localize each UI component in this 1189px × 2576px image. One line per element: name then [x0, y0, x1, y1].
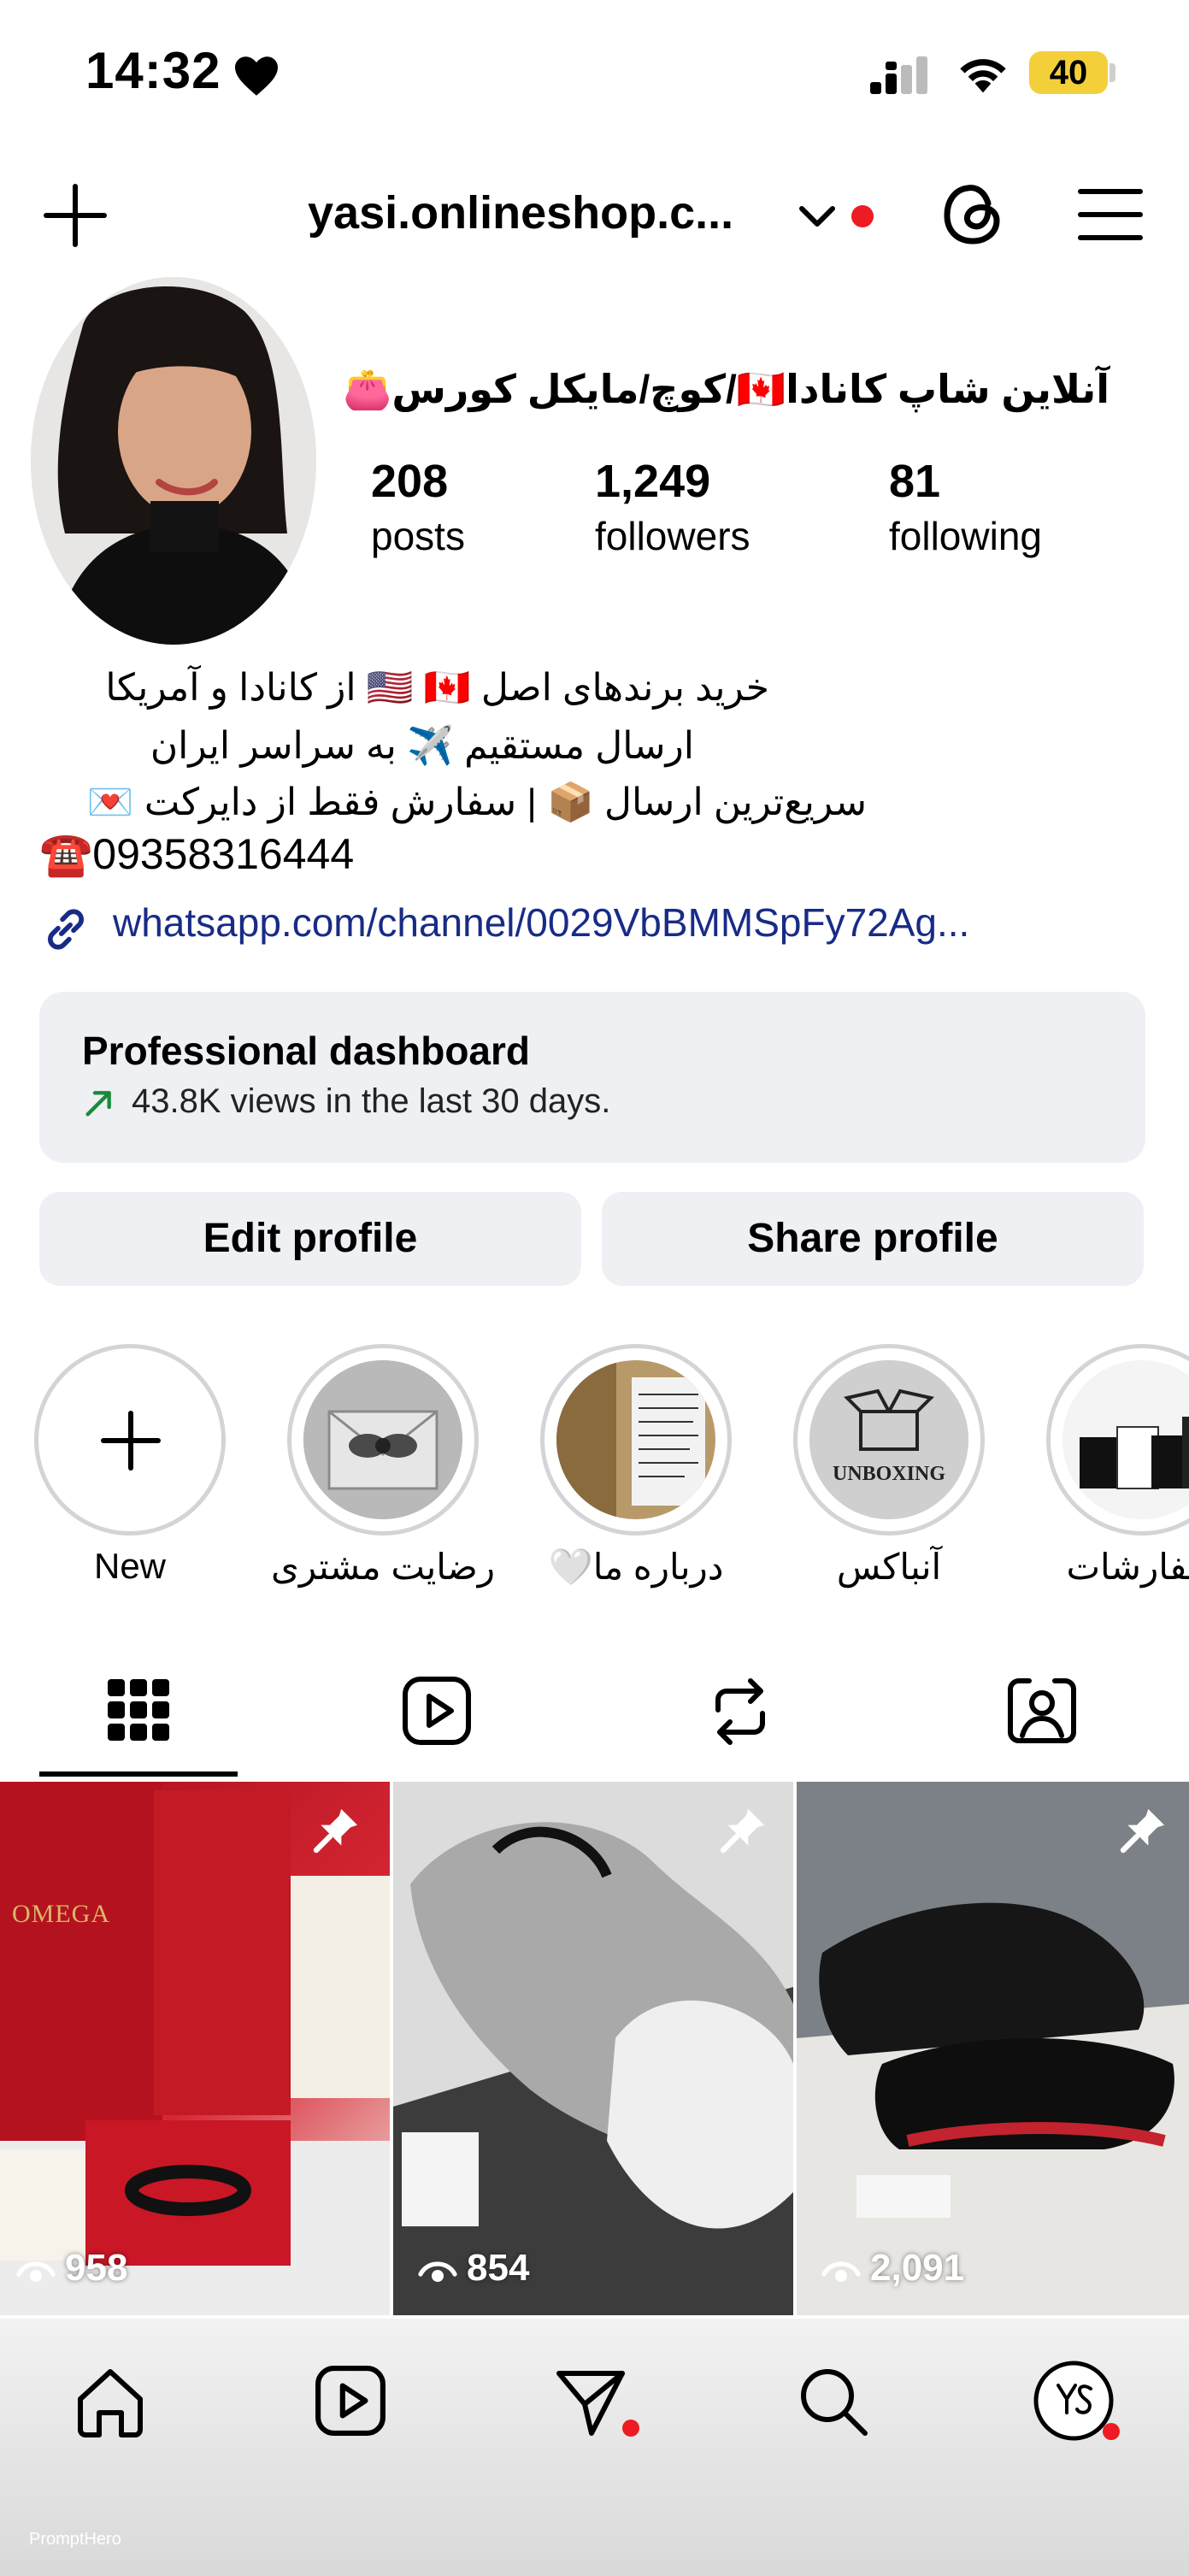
bio-line: خرید برندهای اصل 🇺🇸 🇨🇦 از کانادا و آمریک… [105, 667, 769, 709]
svg-text:PromptHero: PromptHero [29, 2530, 121, 2549]
plus-icon [101, 1411, 161, 1471]
jordan-shoe-image [797, 1782, 1189, 2315]
reels-nav-icon[interactable] [315, 2365, 386, 2437]
highlight-new[interactable] [34, 1344, 226, 1536]
following-count[interactable]: 81 [889, 455, 940, 508]
menu-icon[interactable] [1077, 186, 1144, 243]
shopping-bags-image [1062, 1360, 1189, 1519]
bio-phone[interactable]: ☎️09358316444 [39, 829, 354, 880]
username: yasi.onlineshop.c... [308, 187, 734, 239]
bottom-navigation [0, 2319, 1189, 2576]
battery-level: 40 [1049, 54, 1088, 91]
dashboard-subtitle: 43.8K views in the last 30 days. [132, 1082, 611, 1120]
post-tile[interactable]: OMEGA [0, 1782, 390, 2315]
followers-label[interactable]: followers [595, 513, 750, 559]
views-eye-icon [16, 2261, 56, 2282]
link-icon [48, 909, 84, 950]
battery-indicator: 40 [1029, 51, 1108, 94]
grid-icon[interactable] [108, 1679, 169, 1741]
display-name-text: آنلاین شاپ کانادا🇨🇦/کوچ/مایکل کورس👛 [343, 367, 1110, 411]
status-time: 14:32 [85, 41, 221, 100]
highlight-label: سفارشات [1066, 1547, 1189, 1587]
reels-icon[interactable] [402, 1676, 472, 1746]
professional-dashboard[interactable] [39, 992, 1145, 1163]
highlight-label: رضایت مشتری [270, 1547, 496, 1587]
battery-nub [1110, 63, 1115, 82]
sneaker-image [393, 1782, 793, 2315]
pin-icon [720, 1809, 764, 1854]
home-icon[interactable] [74, 2365, 147, 2438]
highlight-thumbnail [556, 1360, 715, 1519]
display-name: آنلاین شاپ کانادا🇨🇦/کوچ/مایکل کورس👛 [343, 366, 1110, 413]
share-profile-button[interactable]: Share profile [602, 1192, 1144, 1286]
highlight-thumbnail [303, 1360, 462, 1519]
views-eye-icon [821, 2261, 861, 2282]
direct-message-icon[interactable] [554, 2365, 627, 2438]
trend-up-arrow-icon [85, 1091, 111, 1117]
edit-profile-button[interactable]: Edit profile [39, 1192, 581, 1286]
post-view-count: 2,091 [870, 2247, 965, 2289]
highlight-label: آنباکس [836, 1547, 942, 1587]
highlight-unboxing[interactable]: UNBOXING [793, 1344, 985, 1536]
watermark-logo: PromptHero [29, 2530, 121, 2549]
bio-link[interactable]: whatsapp.com/channel/0029VbBMMSpFy72Ag..… [113, 899, 969, 946]
plus-icon[interactable] [43, 183, 108, 248]
avatar-portrait [31, 277, 316, 645]
post-view-count: 958 [65, 2247, 128, 2289]
time-text: 14:32 [85, 42, 221, 99]
username-switcher[interactable]: yasi.onlineshop.c... [308, 186, 733, 239]
notification-dot [851, 205, 874, 227]
chevron-down-icon[interactable] [798, 203, 836, 229]
posts-count[interactable]: 208 [371, 455, 448, 508]
highlight-thumbnail: UNBOXING [809, 1360, 968, 1519]
wifi-icon [960, 59, 1006, 93]
notification-dot [622, 2420, 639, 2437]
dashboard-title: Professional dashboard [82, 1029, 531, 1073]
repost-icon[interactable] [706, 1676, 774, 1748]
followers-count[interactable]: 1,249 [595, 455, 710, 508]
highlight-thumbnail [1062, 1360, 1189, 1519]
bio-line: سریع‌ترین ارسال 📦 | سفارش فقط از دایرکت … [86, 781, 867, 823]
pin-icon [313, 1809, 357, 1854]
heart-icon [235, 56, 278, 96]
unboxing-image [809, 1360, 968, 1519]
brand-text: OMEGA [12, 1900, 110, 1928]
watch-box-image [0, 1782, 390, 2315]
views-eye-icon [418, 2261, 457, 2282]
envelope-bow-image [303, 1360, 462, 1519]
highlight-label: New [93, 1546, 167, 1586]
post-tile[interactable] [393, 1782, 793, 2315]
post-tile[interactable] [797, 1782, 1189, 2315]
notification-dot [1103, 2423, 1120, 2440]
following-label[interactable]: following [889, 513, 1042, 559]
post-view-count: 854 [467, 2247, 530, 2289]
highlight-about[interactable] [540, 1344, 732, 1536]
tagged-icon[interactable] [1007, 1676, 1077, 1746]
highlight-satisfaction[interactable] [287, 1344, 479, 1536]
search-icon[interactable] [797, 2365, 870, 2438]
active-tab-indicator [39, 1771, 238, 1777]
highlight-orders[interactable] [1046, 1344, 1189, 1536]
unboxing-text: UNBOXING [832, 1463, 945, 1485]
profile-avatar[interactable] [31, 277, 316, 645]
posts-label[interactable]: posts [371, 513, 465, 559]
threads-icon[interactable] [939, 178, 1007, 250]
bio-line: ارسال مستقیم ✈️ به سراسر ایران [150, 725, 694, 767]
signal-icon [870, 56, 927, 94]
pin-icon [1120, 1809, 1164, 1854]
store-photo-image [556, 1360, 715, 1519]
highlight-label: درباره ما🤍 [548, 1547, 724, 1587]
